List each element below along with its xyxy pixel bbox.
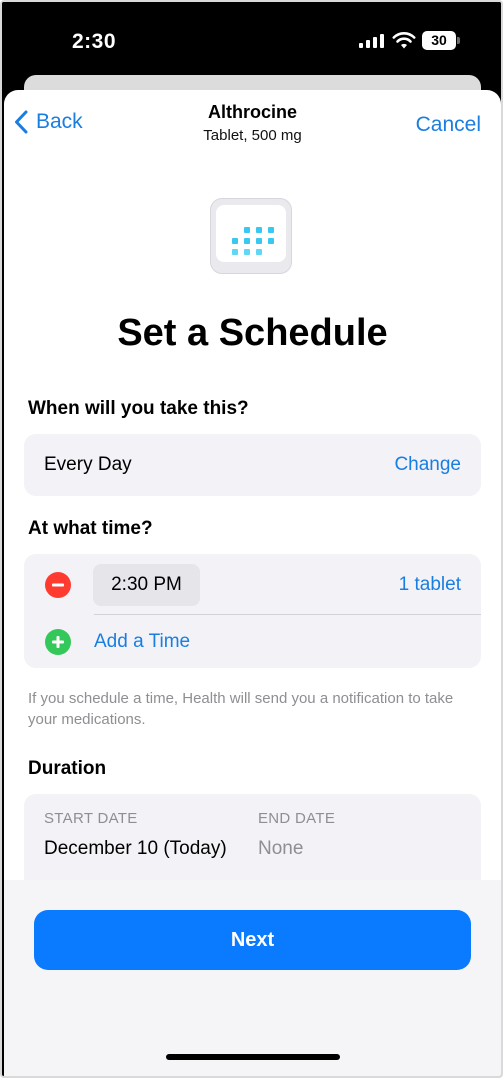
page-title: Set a Schedule <box>117 312 388 354</box>
schedule-sheet: Back Althrocine Tablet, 500 mg Cancel Se… <box>4 90 501 1076</box>
change-frequency-button[interactable]: Change <box>394 454 461 476</box>
calendar-icon <box>210 198 292 274</box>
add-time-button[interactable]: Add a Time <box>94 631 190 653</box>
status-time: 2:30 <box>72 30 117 53</box>
plus-icon <box>52 636 64 648</box>
bottom-bar: Next <box>4 880 501 1076</box>
screen: 2:30 30 Back Althrocine Tablet, 500 mg C… <box>0 0 503 1078</box>
frequency-row: Every Day Change <box>24 434 481 496</box>
battery-icon: 30 <box>422 31 456 50</box>
time-label: At what time? <box>28 518 153 539</box>
remove-time-button[interactable] <box>45 572 71 598</box>
next-button[interactable]: Next <box>34 910 471 970</box>
duration-label: Duration <box>28 758 107 779</box>
add-time-icon[interactable] <box>45 629 71 655</box>
frequency-value: Every Day <box>44 454 132 475</box>
frequency-label: When will you take this? <box>28 398 249 419</box>
battery-tip <box>457 37 460 44</box>
start-date-value[interactable]: December 10 (Today) <box>44 838 227 860</box>
home-indicator <box>166 1054 340 1060</box>
end-date-value[interactable]: None <box>258 838 303 860</box>
notification-note: If you schedule a time, Health will send… <box>28 690 454 728</box>
dose-button[interactable]: 1 tablet <box>399 574 461 596</box>
wifi-icon <box>392 32 416 49</box>
time-picker[interactable]: 2:30 PM <box>93 564 200 606</box>
start-date-label: START DATE <box>44 810 138 827</box>
end-date-label: END DATE <box>258 810 336 827</box>
time-list: 2:30 PM 1 tablet Add a Time <box>24 554 481 668</box>
time-divider <box>94 614 481 615</box>
battery-level: 30 <box>431 32 447 48</box>
cancel-button[interactable]: Cancel <box>416 113 481 137</box>
minus-icon <box>52 583 64 587</box>
cellular-signal-icon <box>359 34 384 48</box>
